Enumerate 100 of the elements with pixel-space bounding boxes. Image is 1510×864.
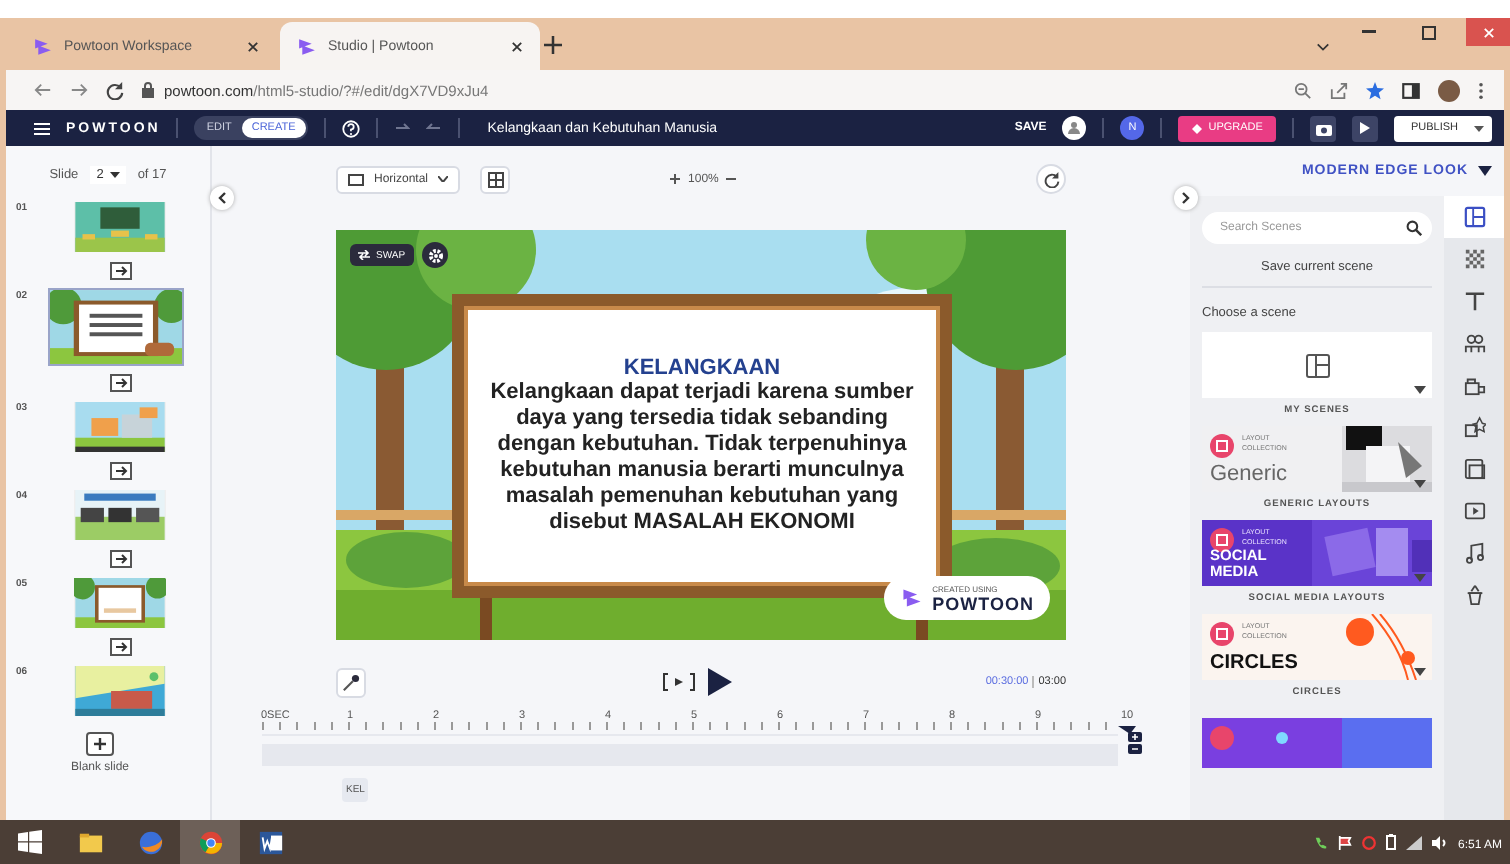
collapse-button[interactable] xyxy=(210,186,234,210)
document-app-icon[interactable] xyxy=(257,829,283,855)
caret-icon xyxy=(438,176,449,182)
chevron-left-icon[interactable] xyxy=(218,192,226,204)
divider-icon xyxy=(1032,676,1035,688)
music-note-icon[interactable] xyxy=(1463,542,1485,564)
insert-slide-icon[interactable] xyxy=(109,374,131,392)
layout-icon[interactable] xyxy=(1463,206,1485,228)
browser-icon[interactable] xyxy=(197,829,223,855)
close-icon[interactable] xyxy=(510,39,524,53)
minimize-icon[interactable] xyxy=(1361,30,1375,34)
folder-icon[interactable] xyxy=(77,829,103,855)
pattern-icon[interactable] xyxy=(1463,248,1485,270)
refresh-button[interactable] xyxy=(1036,164,1066,194)
help-icon[interactable] xyxy=(341,119,360,137)
layout-collection-icon xyxy=(1210,528,1234,552)
redo-icon[interactable] xyxy=(425,122,442,134)
insert-slide-icon[interactable] xyxy=(109,262,131,280)
back-arrow-icon[interactable] xyxy=(34,82,52,98)
insert-slide-icon[interactable] xyxy=(109,550,131,568)
card-title: Generic xyxy=(1210,462,1288,486)
close-icon[interactable] xyxy=(246,39,260,53)
star-icon[interactable] xyxy=(1366,81,1384,99)
insert-slide-icon[interactable] xyxy=(109,462,131,480)
slide-thumbnail[interactable] xyxy=(74,490,166,540)
camera-icon[interactable] xyxy=(1315,121,1332,135)
close-button[interactable] xyxy=(1466,18,1510,46)
play-icon[interactable] xyxy=(1360,122,1371,134)
settings-icon[interactable] xyxy=(427,247,443,263)
zoom-in-icon[interactable] xyxy=(670,174,681,184)
chevron-down-icon[interactable] xyxy=(1316,42,1330,52)
layout-collection-icon xyxy=(1210,622,1234,646)
volume-icon[interactable] xyxy=(1431,835,1448,849)
image-icon[interactable] xyxy=(1463,458,1485,480)
powtoon-logo-icon xyxy=(296,35,318,57)
shapes-icon[interactable] xyxy=(1463,416,1485,438)
zoom-icon[interactable] xyxy=(1294,81,1312,99)
powtoon-logo-icon xyxy=(32,35,54,57)
insert-slide-icon[interactable] xyxy=(109,638,131,656)
library-tab[interactable] xyxy=(1444,196,1504,238)
grid-button[interactable] xyxy=(480,165,511,193)
phone-icon[interactable] xyxy=(1313,835,1328,849)
zoom-out-icon[interactable] xyxy=(726,174,737,184)
slide-thumbnail[interactable] xyxy=(74,402,166,452)
caret-icon[interactable] xyxy=(1478,166,1492,176)
diamond-icon xyxy=(1192,123,1203,133)
more-icon[interactable] xyxy=(1478,81,1484,99)
layout-icon xyxy=(1305,353,1329,377)
reload-icon[interactable] xyxy=(106,81,124,99)
share-icon[interactable] xyxy=(1330,81,1348,99)
expand-button[interactable] xyxy=(1174,186,1198,210)
slide-heading: KELANGKAAN xyxy=(623,356,781,380)
caret-icon xyxy=(1474,125,1484,131)
globe-icon[interactable] xyxy=(137,829,163,855)
playhead-icon[interactable] xyxy=(1117,726,1141,754)
search-icon[interactable] xyxy=(1406,220,1422,236)
forward-arrow-icon[interactable] xyxy=(70,82,88,98)
caret-icon[interactable] xyxy=(1414,668,1426,676)
caret-icon xyxy=(109,172,120,178)
menu-icon[interactable] xyxy=(34,121,50,135)
slide-body-text: Kelangkaan dapat terjadi karena sumber daya yang tersedia tidak sebanding dengan kebutuhan. Tidak terpenuhinya kebutuhan manusia berarti munculnya masalah pemenuhan kebutuhan yang disebut MASALAH EKONOMI xyxy=(488,380,916,536)
side-panel-icon[interactable] xyxy=(1402,81,1420,99)
preview-button[interactable] xyxy=(1352,115,1379,141)
camera-button[interactable] xyxy=(1310,115,1337,141)
maximize-icon[interactable] xyxy=(1421,25,1435,39)
slide-thumbnail[interactable] xyxy=(74,202,166,252)
caret-icon[interactable] xyxy=(1414,480,1426,488)
flag-icon[interactable] xyxy=(1337,835,1352,849)
caret-icon[interactable] xyxy=(1414,386,1426,394)
profile-avatar[interactable] xyxy=(1438,79,1460,101)
hat-icon[interactable] xyxy=(1463,584,1485,606)
text-icon[interactable] xyxy=(1463,290,1485,312)
new-tab-icon[interactable] xyxy=(544,36,562,54)
layout-collection-icon xyxy=(1210,434,1234,458)
lock-icon xyxy=(142,82,154,98)
plus-icon[interactable] xyxy=(94,738,106,750)
powtoon-logo-icon xyxy=(900,586,925,610)
play-selection-icon[interactable] xyxy=(662,672,696,692)
objects-icon[interactable] xyxy=(1463,374,1485,396)
undo-icon[interactable] xyxy=(393,122,410,134)
people-icon[interactable] xyxy=(1463,332,1485,354)
effects-button[interactable] xyxy=(336,667,366,697)
slide-thumbnail[interactable] xyxy=(74,666,166,716)
swap-icon xyxy=(358,250,370,260)
circle-app-icon[interactable] xyxy=(1361,835,1376,849)
badge-brand: POWTOON xyxy=(932,593,1034,613)
collaborator-avatar-icon[interactable] xyxy=(1062,116,1087,140)
slide-thumbnail[interactable] xyxy=(74,578,166,628)
battery-icon[interactable] xyxy=(1385,834,1396,850)
chevron-right-icon[interactable] xyxy=(1182,192,1190,204)
add-slide-button[interactable] xyxy=(86,732,114,756)
video-icon[interactable] xyxy=(1463,500,1485,522)
signal-icon[interactable] xyxy=(1405,835,1422,849)
slide-thumbnail[interactable] xyxy=(50,290,182,364)
refresh-icon[interactable] xyxy=(1043,171,1059,187)
wand-icon[interactable] xyxy=(342,673,360,691)
card-title: CIRCLES xyxy=(1210,652,1298,674)
play-icon[interactable] xyxy=(708,668,732,696)
grid-icon[interactable] xyxy=(487,171,504,187)
windows-logo-icon[interactable] xyxy=(18,830,42,854)
